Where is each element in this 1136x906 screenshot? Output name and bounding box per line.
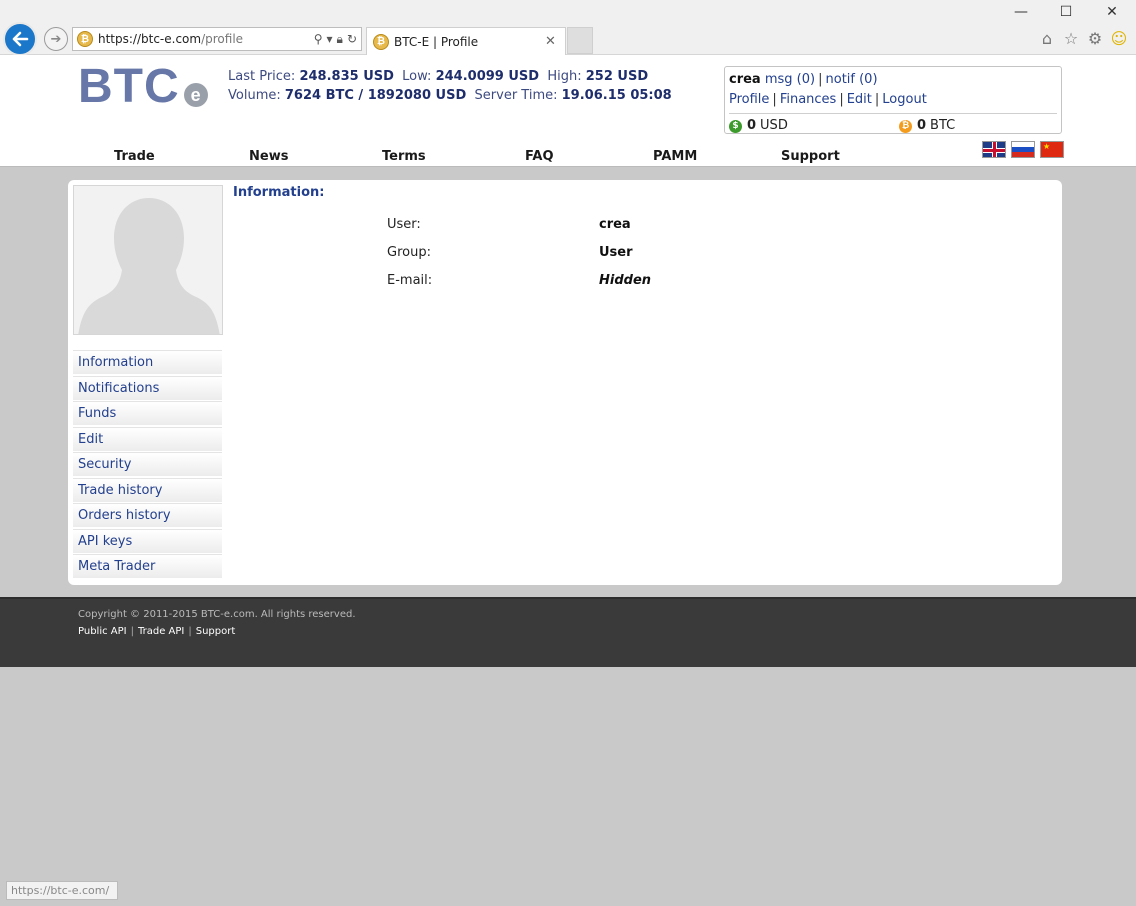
logout-link[interactable]: Logout [882, 92, 927, 107]
menu-meta-trader[interactable]: Meta Trader [73, 554, 222, 578]
menu-trade-history[interactable]: Trade history [73, 477, 222, 502]
group-value: User [599, 245, 633, 260]
tab-title: BTC-E | Profile [394, 34, 479, 49]
menu-funds[interactable]: Funds [73, 401, 222, 425]
site-footer: Copyright © 2011-2015 BTC-e.com. All rig… [0, 597, 1136, 667]
bitcoin-icon: ₿ [899, 119, 912, 133]
email-value: Hidden [599, 273, 652, 288]
menu-notifications[interactable]: Notifications [73, 375, 222, 400]
profile-menu: Information Notifications Funds Edit Sec… [73, 350, 222, 580]
settings-gear-icon[interactable]: ⚙ [1086, 29, 1104, 48]
arrow-left-icon [12, 31, 29, 47]
usd-amount: 0 [747, 118, 757, 133]
address-bar[interactable]: ₿ https://btc-e.com/profile ⚲ ▾ 🔒︎ ↻ [72, 27, 362, 51]
menu-api-keys[interactable]: API keys [73, 528, 222, 553]
nav-support[interactable]: Support [781, 149, 840, 164]
balances: $ 0 USD ₿ 0 BTC [729, 113, 1057, 136]
notifications-link[interactable]: notif (0) [826, 72, 878, 87]
menu-edit[interactable]: Edit [73, 426, 222, 451]
user-panel: crea msg (0) | notif (0) Profile | Finances |… [724, 66, 1062, 134]
btc-amount: 0 [917, 118, 927, 133]
nav-pamm[interactable]: PAMM [653, 149, 697, 164]
dropdown-icon[interactable]: ▾ [327, 32, 333, 47]
main-nav: Trade News Terms FAQ PAMM Support [0, 149, 1136, 167]
information-heading: Information: [233, 185, 325, 200]
address-url[interactable]: https://btc-e.com/profile [98, 32, 314, 46]
logo-e-badge: e [183, 83, 208, 107]
high-label: High: [547, 69, 582, 84]
logo-text: BTC [78, 60, 180, 113]
site-favicon-icon: ₿ [77, 31, 93, 47]
chinese-flag-icon[interactable]: ★ [1040, 141, 1064, 158]
nav-faq[interactable]: FAQ [525, 149, 554, 164]
volume-label: Volume: [228, 88, 281, 103]
messages-link[interactable]: msg (0) [765, 72, 815, 87]
last-price-label: Last Price: [228, 69, 296, 84]
server-time-value: 19.06.15 05:08 [561, 88, 672, 103]
nav-terms[interactable]: Terms [382, 149, 426, 164]
edit-link[interactable]: Edit [847, 92, 872, 107]
english-flag-icon[interactable] [982, 141, 1006, 158]
russian-flag-icon[interactable] [1011, 141, 1035, 158]
tab-profile[interactable]: ₿ BTC-E | Profile ✕ [366, 27, 566, 55]
nav-news[interactable]: News [249, 149, 288, 164]
support-link[interactable]: Support [196, 626, 236, 637]
dollar-icon: $ [729, 119, 742, 133]
user-value: crea [599, 217, 631, 232]
menu-orders-history[interactable]: Orders history [73, 503, 222, 527]
server-time-label: Server Time: [474, 88, 558, 103]
btce-logo[interactable]: BTC e [78, 60, 208, 113]
forward-button[interactable]: ➔ [44, 27, 68, 51]
close-window-icon[interactable]: ✕ [1089, 2, 1135, 22]
avatar [73, 185, 223, 335]
finances-link[interactable]: Finances [780, 92, 837, 107]
refresh-icon[interactable]: ↻ [347, 32, 357, 47]
market-stats: Last Price: 248.835 USD Low: 244.0099 US… [228, 67, 672, 105]
trade-api-link[interactable]: Trade API [138, 626, 184, 637]
arrow-right-icon: ➔ [50, 31, 62, 47]
low-value: 244.0099 USD [435, 69, 540, 84]
home-icon[interactable]: ⌂ [1038, 29, 1056, 48]
profile-link[interactable]: Profile [729, 92, 769, 107]
nav-trade[interactable]: Trade [114, 149, 155, 164]
user-label: User: [387, 217, 421, 232]
low-label: Low: [402, 69, 432, 84]
lock-icon[interactable]: 🔒︎ [337, 32, 343, 47]
default-avatar-icon [74, 186, 222, 334]
copyright-text: Copyright © 2011-2015 BTC-e.com. All rig… [78, 609, 356, 620]
favorites-star-icon[interactable]: ☆ [1062, 29, 1080, 48]
address-host: https://btc-e.com [98, 32, 202, 46]
language-flags: ★ [982, 141, 1064, 158]
footer-links: Public API | Trade API | Support [78, 626, 236, 637]
username: crea [729, 72, 761, 87]
usd-label: USD [760, 118, 788, 133]
new-tab-button[interactable] [567, 27, 593, 54]
address-path: /profile [201, 32, 244, 46]
menu-information[interactable]: Information [73, 350, 222, 374]
group-label: Group: [387, 245, 431, 260]
maximize-icon[interactable]: ☐ [1043, 2, 1089, 22]
minimize-icon[interactable]: — [998, 2, 1044, 22]
last-price-value: 248.835 USD [299, 69, 394, 84]
status-bar-url: https://btc-e.com/ [6, 881, 118, 900]
back-button[interactable] [3, 22, 37, 56]
site-header: BTC e Last Price: 248.835 USD Low: 244.0… [0, 55, 1136, 167]
btc-balance: ₿ 0 BTC [899, 116, 955, 136]
tab-favicon-icon: ₿ [373, 33, 389, 50]
volume-value: 7624 BTC / 1892080 USD [284, 88, 467, 103]
browser-chrome: — ☐ ✕ ➔ ₿ https://btc-e.com/profile ⚲ ▾ … [0, 0, 1136, 56]
menu-security[interactable]: Security [73, 452, 222, 476]
usd-balance: $ 0 USD [729, 116, 899, 136]
btc-label: BTC [930, 118, 956, 133]
close-tab-icon[interactable]: ✕ [545, 34, 559, 49]
profile-content: Information Notifications Funds Edit Sec… [68, 180, 1062, 585]
high-value: 252 USD [585, 69, 649, 84]
smiley-feedback-icon[interactable]: ☺ [1110, 29, 1128, 48]
public-api-link[interactable]: Public API [78, 626, 127, 637]
email-label: E-mail: [387, 273, 433, 288]
search-icon[interactable]: ⚲ [314, 32, 323, 47]
